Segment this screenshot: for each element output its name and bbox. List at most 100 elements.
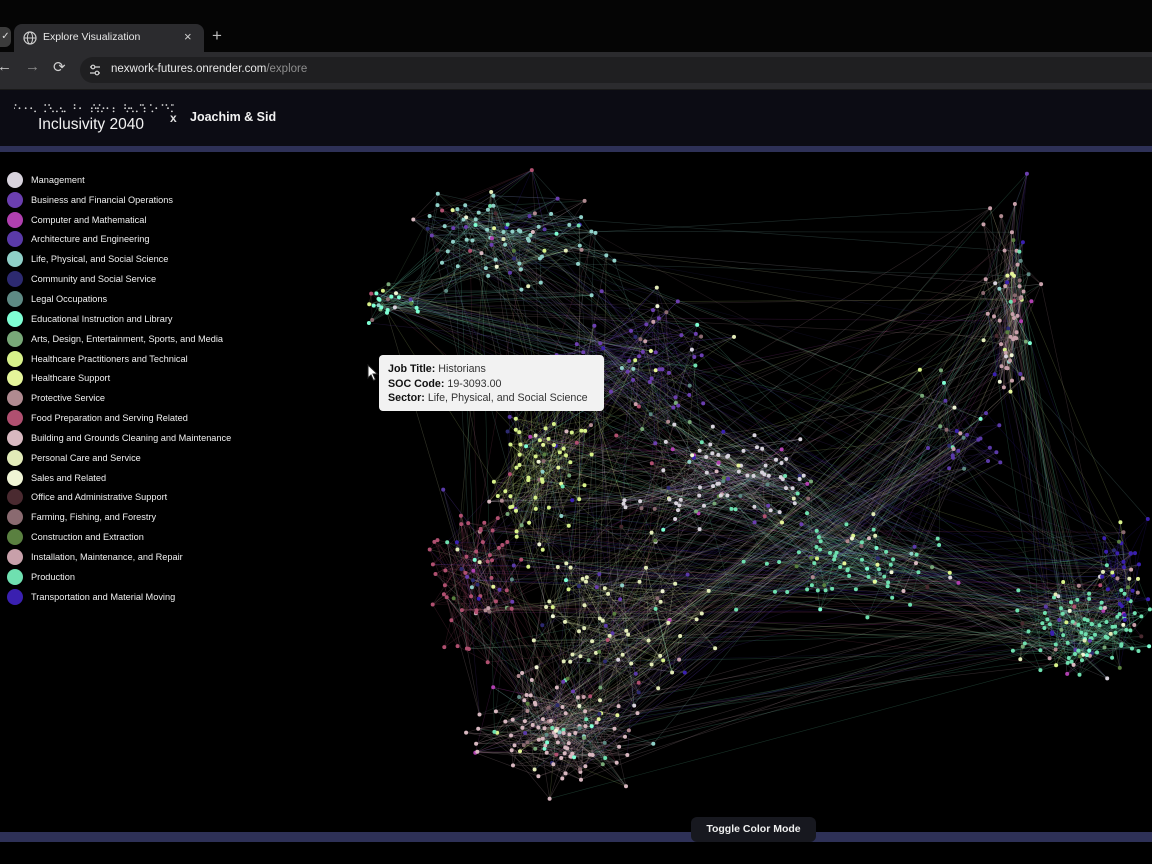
graph-node[interactable] [525,701,530,706]
graph-node[interactable] [510,229,515,234]
graph-node[interactable] [505,222,510,227]
graph-node[interactable] [1027,341,1032,346]
graph-node[interactable] [1084,653,1089,658]
graph-node[interactable] [561,659,566,664]
graph-node[interactable] [1067,608,1072,613]
graph-node[interactable] [539,477,544,482]
graph-node[interactable] [1012,298,1017,303]
graph-node[interactable] [561,446,566,451]
graph-node[interactable] [542,452,547,457]
graph-node[interactable] [554,231,559,236]
graph-node[interactable] [435,203,440,208]
graph-node[interactable] [451,226,456,231]
graph-node[interactable] [546,505,551,510]
graph-node[interactable] [1122,591,1127,596]
graph-node[interactable] [1104,549,1109,554]
graph-node[interactable] [985,311,990,316]
graph-node[interactable] [598,698,602,703]
graph-node[interactable] [888,562,893,567]
graph-node[interactable] [525,740,530,745]
graph-node[interactable] [576,223,581,228]
graph-node[interactable] [844,522,849,527]
graph-node[interactable] [543,426,548,431]
graph-node[interactable] [801,473,806,478]
graph-node[interactable] [622,498,627,503]
graph-node[interactable] [594,720,599,725]
graph-node[interactable] [442,645,447,650]
graph-node[interactable] [560,484,565,489]
graph-node[interactable] [489,575,494,580]
graph-node[interactable] [1137,562,1141,567]
graph-node[interactable] [1104,620,1109,624]
graph-node[interactable] [579,428,584,433]
graph-node[interactable] [765,482,770,487]
graph-node[interactable] [872,579,877,584]
graph-node[interactable] [536,774,541,779]
graph-node[interactable] [477,712,482,717]
graph-node[interactable] [476,210,481,215]
graph-node[interactable] [631,377,636,382]
graph-node[interactable] [822,583,827,588]
graph-node[interactable] [626,632,631,637]
graph-node[interactable] [464,554,469,559]
graph-node[interactable] [556,465,561,470]
graph-node[interactable] [508,442,513,447]
graph-node[interactable] [1122,613,1127,618]
graph-node[interactable] [463,225,468,229]
graph-node[interactable] [666,419,671,424]
graph-node[interactable] [1012,273,1016,278]
graph-node[interactable] [784,457,789,461]
graph-node[interactable] [500,543,505,547]
graph-node[interactable] [561,731,566,735]
graph-node[interactable] [1083,632,1088,637]
graph-node[interactable] [1011,238,1016,243]
graph-node[interactable] [1020,240,1025,245]
graph-node[interactable] [1026,272,1031,277]
graph-node[interactable] [784,486,788,491]
graph-node[interactable] [706,588,711,593]
graph-node[interactable] [999,342,1004,347]
graph-node[interactable] [997,423,1002,428]
graph-node[interactable] [965,432,969,437]
graph-node[interactable] [589,724,594,729]
graph-node[interactable] [444,595,449,600]
graph-node[interactable] [637,354,642,359]
graph-node[interactable] [518,442,523,447]
graph-node[interactable] [519,557,524,562]
graph-node[interactable] [651,308,655,313]
graph-node[interactable] [540,469,545,474]
graph-node[interactable] [476,726,481,731]
graph-node[interactable] [912,544,917,549]
graph-node[interactable] [1053,647,1058,652]
graph-node[interactable] [1004,354,1008,359]
graph-node[interactable] [483,266,488,271]
graph-node[interactable] [711,484,715,489]
graph-node[interactable] [644,565,648,570]
graph-node[interactable] [658,599,663,604]
graph-node[interactable] [464,730,469,735]
graph-node[interactable] [1129,567,1134,572]
graph-node[interactable] [806,496,811,501]
graph-node[interactable] [534,665,539,670]
graph-node[interactable] [582,198,587,203]
graph-node[interactable] [505,512,510,516]
graph-node[interactable] [1010,648,1015,653]
graph-node[interactable] [809,479,813,484]
graph-node[interactable] [660,589,665,594]
graph-node[interactable] [736,463,741,468]
graph-node[interactable] [537,438,542,443]
graph-node[interactable] [942,380,946,385]
graph-node[interactable] [491,479,496,484]
graph-node[interactable] [939,368,943,373]
graph-node[interactable] [427,214,432,218]
graph-node[interactable] [1020,644,1025,649]
graph-node[interactable] [1098,583,1103,588]
graph-node[interactable] [459,608,464,613]
graph-node[interactable] [715,481,720,486]
graph-node[interactable] [914,561,918,566]
graph-node[interactable] [485,559,490,564]
graph-node[interactable] [708,442,713,447]
graph-node[interactable] [425,226,430,231]
graph-node[interactable] [1014,330,1019,335]
graph-node[interactable] [734,607,739,612]
